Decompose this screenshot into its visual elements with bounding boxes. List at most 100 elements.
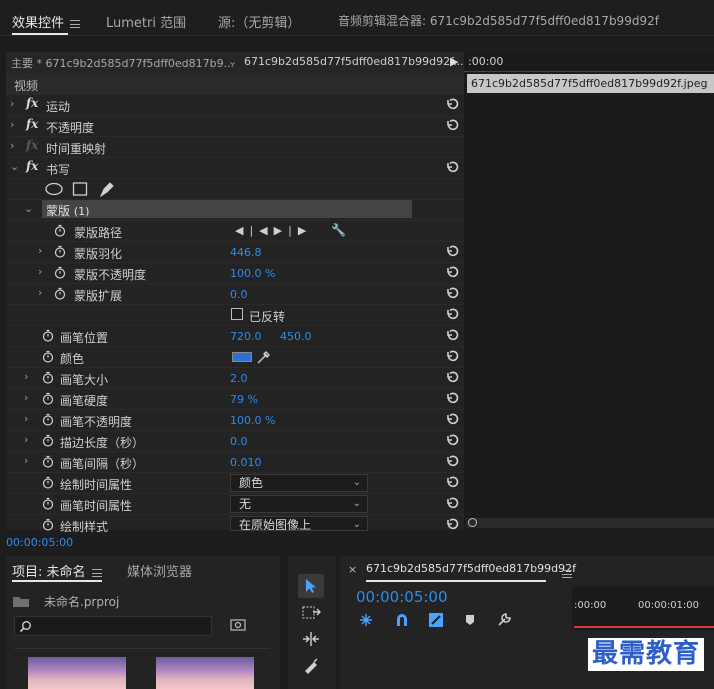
- work-area-bar[interactable]: [574, 626, 714, 628]
- brush-time-property-dropdown[interactable]: 无 ⌄: [230, 495, 368, 513]
- stroke-length-value[interactable]: 0.0: [230, 435, 248, 448]
- fx-icon[interactable]: fx: [26, 159, 38, 173]
- media-thumbnail[interactable]: [28, 657, 126, 689]
- master-clip-label[interactable]: 主要 * 671c9b2d585d77f5dff0ed817b9...: [11, 55, 234, 71]
- reset-icon[interactable]: [445, 517, 459, 531]
- chevron-right-icon[interactable]: ›: [10, 97, 14, 110]
- sequence-timecode[interactable]: 00:00:05:00: [356, 588, 448, 606]
- mask-track-controls[interactable]: ◀|◀▶|▶: [235, 224, 312, 237]
- brush-spacing-value[interactable]: 0.010: [230, 456, 262, 469]
- track-select-tool-icon[interactable]: [302, 604, 322, 622]
- chevron-right-icon[interactable]: ›: [38, 244, 42, 257]
- chevron-right-icon[interactable]: ›: [24, 433, 28, 446]
- effect-row-write[interactable]: ⌄ fx 书写: [6, 158, 464, 179]
- media-thumbnail[interactable]: [156, 657, 254, 689]
- add-marker-icon[interactable]: [464, 614, 476, 626]
- brush-opacity-row[interactable]: › 画笔不透明度 100.0 %: [6, 410, 464, 431]
- reset-icon[interactable]: [445, 349, 459, 363]
- brush-position-x-value[interactable]: 720.0: [230, 330, 262, 343]
- reset-icon[interactable]: [445, 265, 459, 279]
- reset-icon[interactable]: [445, 286, 459, 300]
- chevron-right-icon[interactable]: ›: [24, 391, 28, 404]
- reset-icon[interactable]: [445, 160, 459, 174]
- reset-icon[interactable]: [445, 97, 459, 111]
- chevron-down-icon[interactable]: ⌄: [10, 160, 19, 173]
- reset-icon[interactable]: [445, 433, 459, 447]
- tab-source[interactable]: 源:（无剪辑）: [218, 12, 300, 31]
- reset-icon[interactable]: [445, 454, 459, 468]
- stopwatch-icon[interactable]: [42, 350, 54, 363]
- pen-mask-icon[interactable]: [98, 180, 116, 198]
- stopwatch-icon[interactable]: [54, 266, 66, 279]
- tab-effect-controls[interactable]: 效果控件: [12, 12, 81, 31]
- brush-position-y-value[interactable]: 450.0: [280, 330, 312, 343]
- stopwatch-icon[interactable]: [42, 476, 54, 489]
- tab-media-browser[interactable]: 媒体浏览器: [127, 561, 192, 580]
- paint-style-dropdown[interactable]: 在原始图像上 ⌄: [230, 516, 368, 531]
- wrench-icon[interactable]: 🔧: [331, 223, 346, 237]
- fx-icon[interactable]: fx: [26, 117, 38, 131]
- wrench-icon[interactable]: [496, 612, 512, 628]
- brush-spacing-row[interactable]: › 画笔间隔（秒） 0.010: [6, 452, 464, 473]
- brush-opacity-value[interactable]: 100.0 %: [230, 414, 275, 427]
- reset-icon[interactable]: [445, 328, 459, 342]
- reset-icon[interactable]: [445, 391, 459, 405]
- reset-icon[interactable]: [445, 412, 459, 426]
- mask-highlight-bar[interactable]: 蒙版 (1): [42, 200, 412, 218]
- stopwatch-icon[interactable]: [54, 224, 66, 237]
- mask-feather-row[interactable]: › 蒙版羽化 446.8: [6, 242, 464, 263]
- inverted-checkbox[interactable]: [231, 308, 243, 320]
- new-bin-icon[interactable]: [230, 618, 246, 632]
- reset-icon[interactable]: [445, 307, 459, 321]
- project-search-input[interactable]: [14, 616, 212, 636]
- brush-hardness-row[interactable]: › 画笔硬度 79 %: [6, 389, 464, 410]
- brush-position-row[interactable]: 画笔位置 720.0 450.0: [6, 326, 464, 347]
- close-sequence-icon[interactable]: ×: [348, 563, 357, 576]
- stroke-length-row[interactable]: › 描边长度（秒） 0.0: [6, 431, 464, 452]
- chevron-right-icon[interactable]: ›: [10, 118, 14, 131]
- magnet-snap-icon[interactable]: [394, 612, 410, 628]
- reset-icon[interactable]: [445, 370, 459, 384]
- brush-time-property-row[interactable]: 画笔时间属性 无 ⌄: [6, 494, 464, 515]
- ec-timecode[interactable]: 00:00:05:00: [6, 536, 73, 549]
- mask-path-row[interactable]: 蒙版路径 ◀|◀▶|▶ 🔧: [6, 221, 464, 242]
- ec-timeline-area[interactable]: :00:00: [464, 52, 714, 530]
- eyedropper-icon[interactable]: [256, 349, 272, 365]
- mask-opacity-row[interactable]: › 蒙版不透明度 100.0 %: [6, 263, 464, 284]
- clip-selector-chevron-icon[interactable]: ⌄: [228, 55, 237, 68]
- mask-expand-value[interactable]: 0.0: [230, 288, 248, 301]
- linked-selection-icon[interactable]: [428, 612, 444, 628]
- reset-icon[interactable]: [445, 118, 459, 132]
- chevron-right-icon[interactable]: ›: [10, 139, 14, 152]
- tab-sequence[interactable]: 671c9b2d585d77f5dff0ed817b99d92f: [366, 562, 576, 575]
- stopwatch-icon[interactable]: [54, 245, 66, 258]
- paint-time-property-row[interactable]: 绘制时间属性 颜色 ⌄: [6, 473, 464, 494]
- effect-row-motion[interactable]: › fx 运动: [6, 95, 464, 116]
- ec-clip-bar[interactable]: 671c9b2d585d77f5dff0ed817b99d92f.jpeg: [467, 74, 714, 93]
- rectangle-mask-icon[interactable]: [72, 181, 88, 197]
- stopwatch-icon[interactable]: [42, 497, 54, 510]
- stopwatch-icon[interactable]: [54, 287, 66, 300]
- brush-hardness-value[interactable]: 79 %: [230, 393, 258, 406]
- tab-audio-clip-mixer[interactable]: 音频剪辑混合器: 671c9b2d585d77f5dff0ed817b99d92…: [338, 12, 659, 29]
- effect-row-opacity[interactable]: › fx 不透明度: [6, 116, 464, 137]
- selection-tool[interactable]: [298, 574, 324, 598]
- fx-icon[interactable]: fx: [26, 96, 38, 110]
- clip-selector[interactable]: 671c9b2d585d77f5dff0ed817b99d92f...: [244, 55, 464, 68]
- reset-icon[interactable]: [445, 496, 459, 510]
- effect-row-time-remap[interactable]: › fx 时间重映射: [6, 137, 464, 158]
- paint-time-property-dropdown[interactable]: 颜色 ⌄: [230, 474, 368, 492]
- stopwatch-icon[interactable]: [42, 518, 54, 531]
- paint-style-row[interactable]: 绘制样式 在原始图像上 ⌄: [6, 515, 464, 534]
- stopwatch-icon[interactable]: [42, 455, 54, 468]
- reset-icon[interactable]: [445, 244, 459, 258]
- ellipse-mask-icon[interactable]: [44, 182, 64, 196]
- ec-zoom-scrollbar[interactable]: [466, 518, 714, 528]
- chevron-right-icon[interactable]: ›: [24, 454, 28, 467]
- stopwatch-icon[interactable]: [42, 413, 54, 426]
- chevron-down-icon[interactable]: ⌄: [24, 202, 33, 215]
- mask-opacity-value[interactable]: 100.0 %: [230, 267, 275, 280]
- stopwatch-icon[interactable]: [42, 371, 54, 384]
- chevron-right-icon[interactable]: ›: [38, 286, 42, 299]
- ripple-edit-tool-icon[interactable]: [300, 630, 322, 648]
